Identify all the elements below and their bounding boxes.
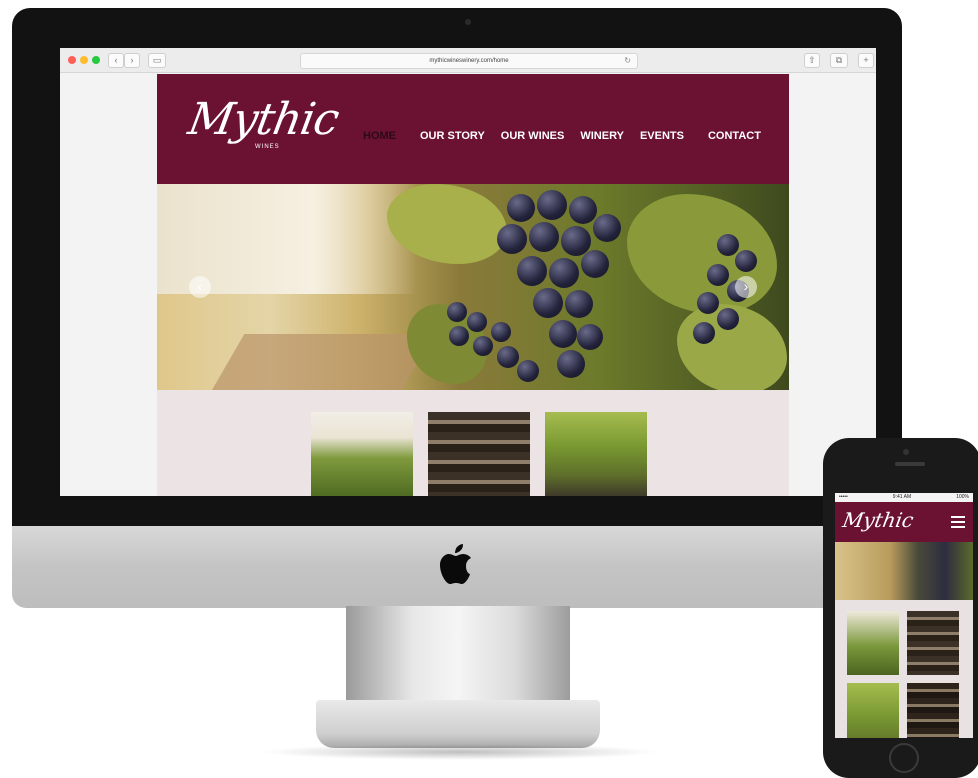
grape — [537, 190, 567, 220]
minimize-window-button[interactable] — [80, 56, 88, 64]
site-header: Mythic WINES HOME OUR STORY OUR WINES WI… — [157, 74, 789, 184]
grape — [717, 234, 739, 256]
nav-our-wines[interactable]: OUR WINES — [493, 130, 573, 142]
close-window-button[interactable] — [68, 56, 76, 64]
grape — [497, 346, 519, 368]
grape — [735, 250, 757, 272]
thumbnail-strip — [157, 390, 789, 496]
thumbnail-barrel-cellar[interactable] — [428, 412, 530, 496]
slider-next-button[interactable]: › — [735, 276, 757, 298]
phone-screen: ••••• 9:41 AM 100% Mythic — [835, 493, 973, 738]
mobile-logo[interactable]: Mythic — [841, 508, 916, 532]
grape — [491, 322, 511, 342]
browser-toolbar: ‹ › ▭ mythicwineswinery.com/home ↻ ⇧ ⧉ + — [60, 48, 876, 73]
camera-icon — [465, 19, 471, 25]
grape — [593, 214, 621, 242]
nav-events[interactable]: EVENTS — [632, 130, 692, 142]
reload-icon[interactable]: ↻ — [624, 54, 631, 68]
grape — [549, 258, 579, 288]
grape — [569, 196, 597, 224]
grape — [557, 350, 585, 378]
stand-shadow — [260, 744, 660, 760]
imac-bezel: ‹ › ▭ mythicwineswinery.com/home ↻ ⇧ ⧉ +… — [12, 8, 902, 530]
sidebar-toggle-icon[interactable]: ▭ — [148, 53, 166, 68]
phone-home-button[interactable] — [889, 743, 919, 773]
back-button[interactable]: ‹ — [108, 53, 124, 68]
main-nav: HOME OUR STORY OUR WINES WINERY EVENTS C… — [355, 130, 769, 142]
hamburger-menu-icon[interactable] — [951, 516, 965, 528]
hero-slider: ‹ › — [157, 184, 789, 390]
battery-level: 100% — [956, 494, 969, 500]
address-bar[interactable]: mythicwineswinery.com/home ↻ — [300, 53, 638, 69]
slider-prev-button[interactable]: ‹ — [189, 276, 211, 298]
imac-stand — [346, 606, 570, 702]
status-time: 9:41 AM — [892, 494, 912, 500]
browser-window: ‹ › ▭ mythicwineswinery.com/home ↻ ⇧ ⧉ +… — [60, 48, 876, 496]
mobile-thumbnail-vineyard[interactable] — [847, 611, 899, 675]
grape — [517, 256, 547, 286]
mobile-thumbnail-barrels[interactable] — [907, 683, 959, 738]
grape — [565, 290, 593, 318]
nav-winery[interactable]: WINERY — [572, 130, 632, 142]
share-icon[interactable]: ⇧ — [804, 53, 820, 68]
phone-speaker — [895, 462, 925, 466]
tabs-overview-icon[interactable]: ⧉ — [830, 53, 848, 68]
grape — [447, 302, 467, 322]
status-bar: ••••• 9:41 AM 100% — [835, 493, 973, 502]
grape — [707, 264, 729, 286]
apple-logo-icon — [440, 544, 471, 584]
mobile-header: Mythic — [835, 502, 973, 542]
grape — [533, 288, 563, 318]
grape — [517, 360, 539, 382]
site-logo-subtitle: WINES — [255, 144, 280, 150]
nav-our-story[interactable]: OUR STORY — [412, 130, 493, 142]
grape — [697, 292, 719, 314]
new-tab-icon[interactable]: + — [858, 53, 874, 68]
mobile-thumbnail-cellar[interactable] — [907, 611, 959, 675]
imac-stand-base — [316, 700, 600, 748]
grape — [473, 336, 493, 356]
vineyard-path — [209, 334, 435, 390]
iphone: ••••• 9:41 AM 100% Mythic — [823, 438, 978, 778]
phone-camera-icon — [903, 449, 909, 455]
grape — [717, 308, 739, 330]
zoom-window-button[interactable] — [92, 56, 100, 64]
grape — [577, 324, 603, 350]
grape — [497, 224, 527, 254]
website: Mythic WINES HOME OUR STORY OUR WINES WI… — [157, 74, 789, 496]
thumbnail-vineyard[interactable] — [311, 412, 413, 496]
mobile-thumbnail-arbor[interactable] — [847, 683, 899, 738]
grape — [581, 250, 609, 278]
grape — [549, 320, 577, 348]
grape — [507, 194, 535, 222]
grape — [467, 312, 487, 332]
nav-contact[interactable]: CONTACT — [700, 130, 769, 142]
grape — [693, 322, 715, 344]
mobile-hero-image — [835, 542, 973, 600]
url-text: mythicwineswinery.com/home — [429, 58, 509, 64]
carrier-signal: ••••• — [839, 494, 848, 500]
thumbnail-vine-arbor[interactable] — [545, 412, 647, 496]
grape — [449, 326, 469, 346]
nav-home[interactable]: HOME — [355, 130, 404, 142]
site-logo[interactable]: Mythic — [185, 94, 343, 145]
grape — [529, 222, 559, 252]
forward-button[interactable]: › — [124, 53, 140, 68]
